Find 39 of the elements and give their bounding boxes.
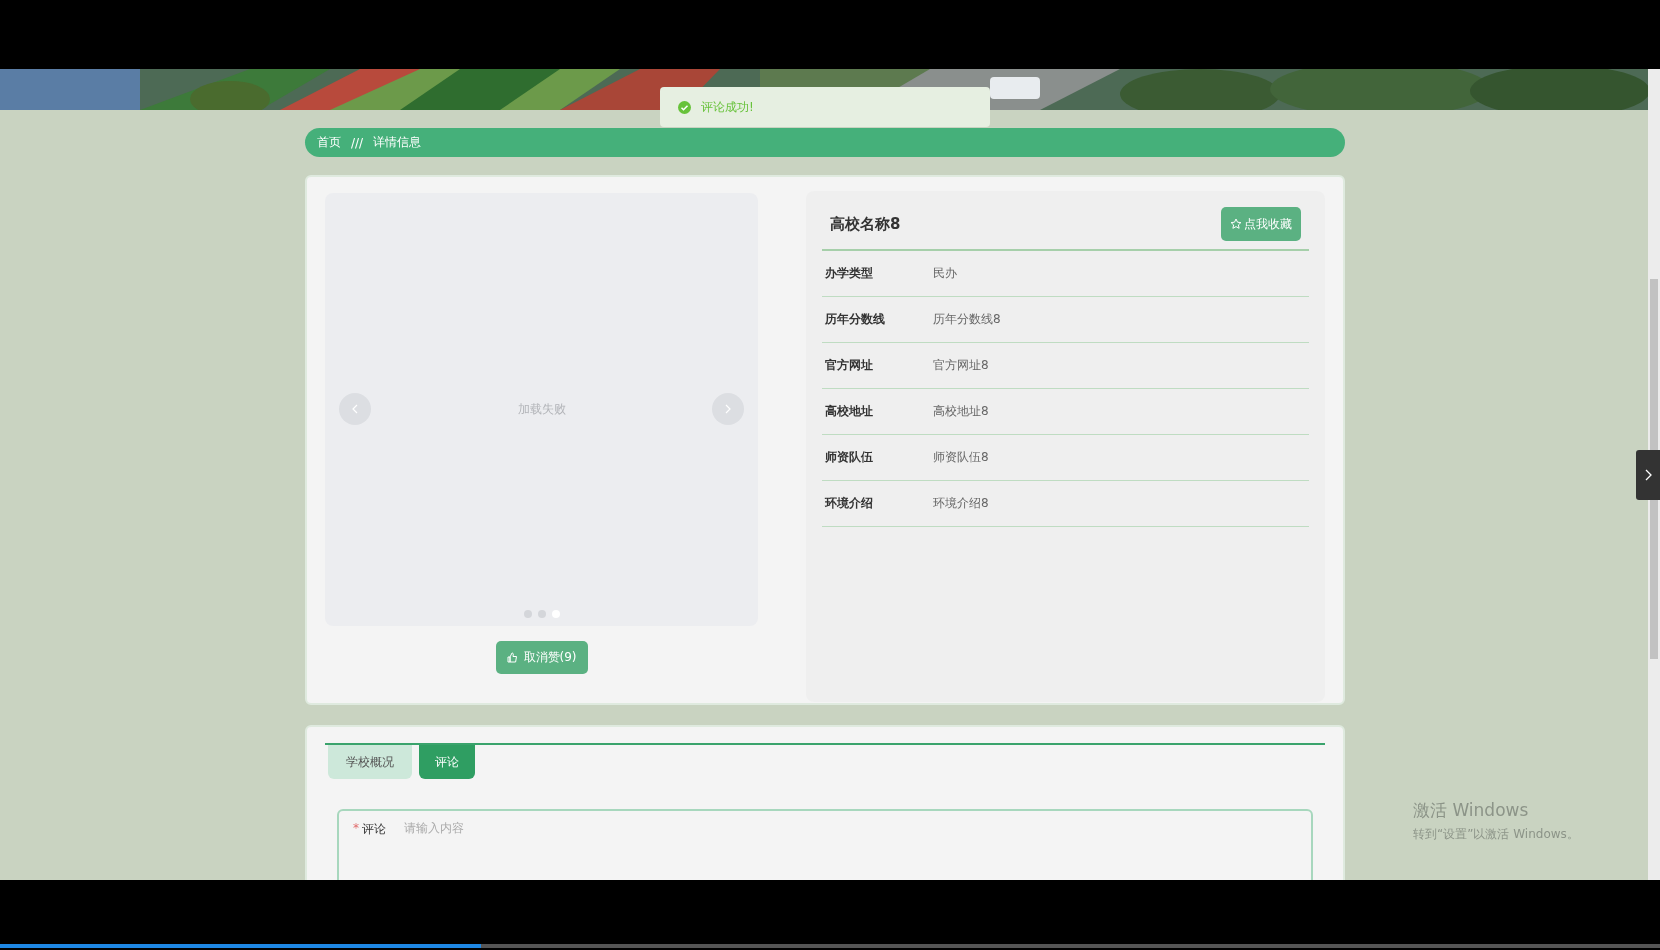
field-value: 官方网址8 [933, 357, 989, 374]
carousel-dot[interactable] [523, 610, 532, 618]
comment-input[interactable]: 请输入内容 [404, 821, 1204, 835]
field-value: 高校地址8 [933, 403, 989, 420]
tab[interactable]: 学校概况 [328, 745, 412, 779]
field-value: 民办 [933, 265, 957, 282]
unlike-button[interactable]: 取消赞(9) [495, 641, 588, 674]
next-button[interactable] [712, 393, 744, 425]
field-value: 师资队伍8 [933, 449, 989, 466]
field-label: 环境介绍 [825, 495, 874, 512]
field-label: 历年分数线 [825, 311, 886, 328]
breadcrumb-item[interactable]: 详情信息 [373, 134, 422, 151]
expand-button[interactable] [1636, 450, 1660, 500]
thumbs-up-icon [506, 652, 518, 663]
field-value: 历年分数线8 [933, 311, 1001, 328]
field-label: 评论 [362, 821, 386, 838]
load-failed-text: 加载失败 [517, 401, 566, 418]
chevron-right-icon [724, 404, 732, 414]
video-progress-bar[interactable] [0, 944, 1660, 948]
activation-title: 激活 Windows [1413, 799, 1530, 822]
favorite-button[interactable]: 点我收藏 [1221, 207, 1301, 241]
tab[interactable]: 评论 [419, 745, 475, 779]
check-circle-icon [678, 100, 691, 114]
field-value: 环境介绍8 [933, 495, 989, 512]
breadcrumb-item[interactable]: 首页 [317, 134, 341, 151]
field-label: 高校地址 [825, 403, 874, 420]
scrollbar[interactable] [1648, 69, 1660, 880]
toast-text: 评论成功! [701, 98, 754, 116]
field-label: 师资队伍 [825, 449, 874, 466]
chevron-right-icon [1644, 469, 1652, 481]
required-mark: * [353, 821, 359, 837]
field-label: 办学类型 [825, 265, 874, 282]
school-title: 高校名称8 [830, 214, 901, 234]
field-label: 官方网址 [825, 357, 874, 374]
carousel-dot[interactable] [537, 610, 546, 618]
star-icon [1230, 218, 1242, 230]
breadcrumb-item[interactable]: /// [351, 135, 364, 150]
chevron-left-icon [351, 404, 359, 414]
previous-button[interactable] [339, 393, 371, 425]
